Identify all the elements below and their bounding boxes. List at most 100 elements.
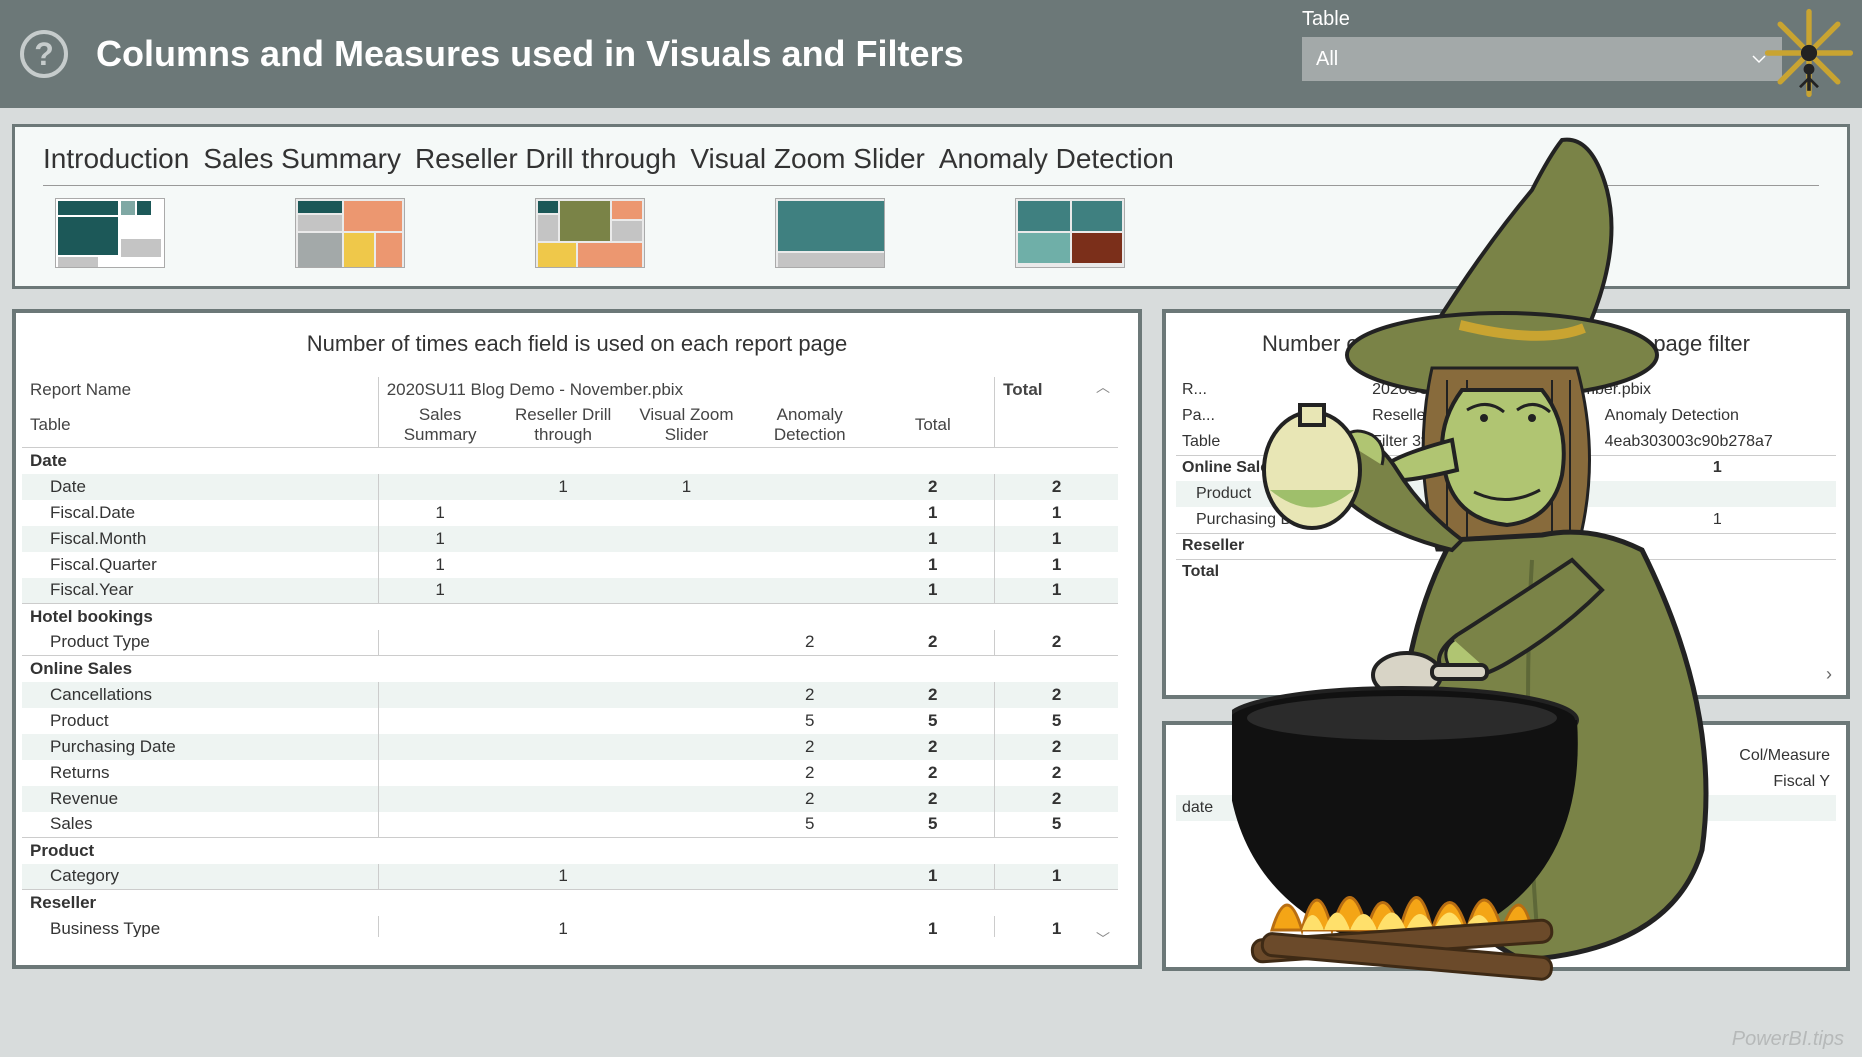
tab-anomaly-detection[interactable]: Anomaly Detection	[939, 143, 1174, 175]
panel-field-usage-title: Number of times each field is used on ea…	[16, 331, 1138, 357]
field-label[interactable]: Business Type	[22, 916, 378, 938]
thumb-anomaly-detection[interactable]	[1015, 198, 1125, 268]
row-total: 1	[995, 864, 1118, 890]
row-total: 5	[995, 812, 1118, 838]
field-label[interactable]: Revenue	[22, 786, 378, 812]
col-header[interactable]: Visual Zoom Slider	[625, 403, 748, 448]
cell-value	[748, 474, 871, 500]
table-dropdown[interactable]: All	[1302, 37, 1782, 81]
table-label: Table	[22, 403, 378, 448]
cell-value	[501, 786, 624, 812]
field-label[interactable]: Fiscal.Quarter	[22, 552, 378, 578]
cell-value: 1	[871, 864, 994, 890]
table-filter: Table All	[1302, 8, 1782, 81]
field-label[interactable]: Category	[22, 864, 378, 890]
field-usage-matrix: Report Name2020SU11 Blog Demo - November…	[22, 377, 1118, 937]
field-label[interactable]: Returns	[22, 760, 378, 786]
cell-value	[748, 864, 871, 890]
cell-value: 5	[748, 708, 871, 734]
r-report-label: R...	[1176, 377, 1366, 403]
field-label[interactable]: Fiscal.Date	[22, 500, 378, 526]
panel-field-usage: Number of times each field is used on ea…	[12, 309, 1142, 969]
cell-value: 1	[378, 552, 501, 578]
r-field[interactable]: Product	[1176, 481, 1366, 507]
group-reseller[interactable]: Reseller	[22, 890, 1118, 916]
group-date[interactable]: Date	[22, 448, 1118, 474]
field-label[interactable]: Purchasing Date	[22, 734, 378, 760]
cell-value	[501, 708, 624, 734]
col-header[interactable]: Anomaly Detection	[748, 403, 871, 448]
r-group[interactable]: Reseller	[1176, 533, 1366, 559]
cell-value: 2	[871, 630, 994, 656]
r-page-2: Anomaly Detection	[1599, 403, 1836, 429]
cell-value	[748, 500, 871, 526]
cell-value: 2	[871, 682, 994, 708]
cell-value	[378, 916, 501, 938]
field-label[interactable]: Cancellations	[22, 682, 378, 708]
cell-value: 1	[378, 578, 501, 604]
scroll-down-icon[interactable]: ﹀	[1096, 929, 1110, 949]
help-icon[interactable]: ?	[20, 30, 68, 78]
group-online-sales[interactable]: Online Sales	[22, 656, 1118, 682]
r-field[interactable]: Purchasing Date	[1176, 507, 1366, 533]
report-name-label: Report Name	[22, 377, 378, 403]
extra-matrix: Col/Measure Fiscal Y date	[1176, 743, 1836, 821]
cell-value	[625, 500, 748, 526]
cell-value: 1	[871, 916, 994, 938]
cell-value: 5	[748, 812, 871, 838]
r-filter-1: Filter 3f5...ba19d095d6	[1366, 429, 1599, 455]
thumb-sales-summary[interactable]	[295, 198, 405, 268]
cell-value: 2	[748, 786, 871, 812]
cell-value: 2	[871, 474, 994, 500]
field-label[interactable]: Product Type	[22, 630, 378, 656]
field-label[interactable]: Product	[22, 708, 378, 734]
table-filter-label: Table	[1302, 8, 1782, 31]
field-label[interactable]: Sales	[22, 812, 378, 838]
cell-value	[378, 760, 501, 786]
tab-visual-zoom-slider[interactable]: Visual Zoom Slider	[690, 143, 924, 175]
row-total: 1	[995, 500, 1118, 526]
date-label: date	[1176, 795, 1371, 821]
col-header[interactable]: Sales Summary	[378, 403, 501, 448]
cell-value	[378, 812, 501, 838]
cell-value	[378, 708, 501, 734]
r-page-label: Pa...	[1176, 403, 1366, 429]
cell-value: 5	[871, 812, 994, 838]
group-hotel-bookings[interactable]: Hotel bookings	[22, 604, 1118, 630]
table-dropdown-value: All	[1316, 48, 1338, 71]
cell-value	[748, 578, 871, 604]
cell-value	[501, 760, 624, 786]
tab-reseller-drill-through[interactable]: Reseller Drill through	[415, 143, 676, 175]
field-label[interactable]: Fiscal.Month	[22, 526, 378, 552]
matrix-scroll[interactable]: Report Name2020SU11 Blog Demo - November…	[16, 377, 1138, 937]
col-header[interactable]: Reseller Drill through	[501, 403, 624, 448]
cell-value: 2	[748, 682, 871, 708]
group-product[interactable]: Product	[22, 838, 1118, 864]
row-total: 2	[995, 682, 1118, 708]
field-label[interactable]: Fiscal.Year	[22, 578, 378, 604]
watermark: PowerBI.tips	[1732, 1028, 1844, 1051]
thumb-reseller-drill-through[interactable]	[535, 198, 645, 268]
cell-value	[625, 786, 748, 812]
cell-value: 1	[871, 526, 994, 552]
field-label[interactable]: Date	[22, 474, 378, 500]
row-total: 2	[995, 734, 1118, 760]
cell-value	[378, 474, 501, 500]
cell-value: 1	[378, 526, 501, 552]
r-group[interactable]: Online Sales	[1176, 455, 1366, 481]
thumb-visual-zoom-slider[interactable]	[775, 198, 885, 268]
more-icon[interactable]: ›	[1826, 664, 1832, 685]
header-bar: ? Columns and Measures used in Visuals a…	[0, 0, 1862, 108]
r-report-value: 2020SU11 Blog Demo - November.pbix	[1366, 377, 1836, 403]
tab-introduction[interactable]: Introduction	[43, 143, 189, 175]
col-header[interactable]: Total	[871, 403, 994, 448]
row-total: 1	[995, 526, 1118, 552]
cell-value	[625, 682, 748, 708]
thumb-introduction[interactable]	[55, 198, 165, 268]
tab-sales-summary[interactable]: Sales Summary	[203, 143, 401, 175]
row-total: 2	[995, 630, 1118, 656]
cell-value	[625, 708, 748, 734]
cell-value	[501, 500, 624, 526]
cell-value: 2	[871, 760, 994, 786]
row-total: 2	[995, 786, 1118, 812]
